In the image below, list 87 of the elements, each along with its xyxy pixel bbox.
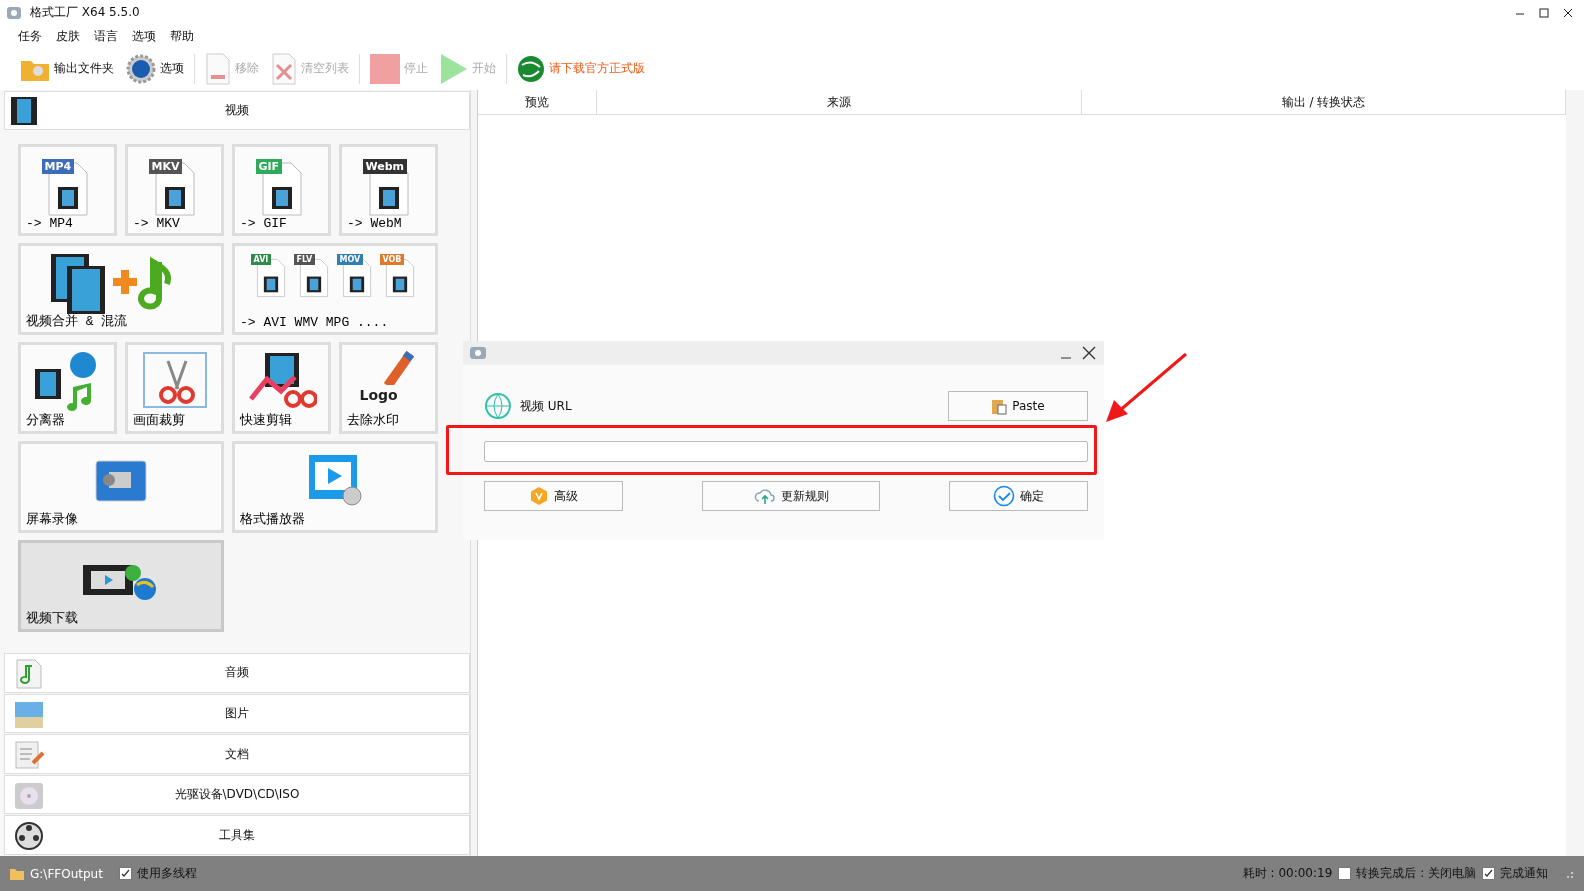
menu-item[interactable]: 语言: [94, 27, 118, 45]
elapsed-time: 耗时 : 00:00:19: [1242, 865, 1333, 882]
section-header[interactable]: 文档: [4, 734, 470, 774]
film-scissors-icon: [246, 351, 317, 411]
dialog-button[interactable]: 更新规则: [702, 481, 880, 511]
app-icon: [6, 4, 22, 21]
checkmark-icon: [1484, 869, 1493, 878]
video-player-icon: [308, 454, 362, 506]
menu-item[interactable]: 任务: [18, 27, 42, 45]
logo-text: Logo: [359, 387, 398, 403]
clipboard-icon: [991, 397, 1008, 415]
section-title: 光驱设备\DVD\CD\ISO: [174, 786, 300, 804]
video-file-icon: [153, 161, 196, 217]
folder-icon: [10, 867, 24, 880]
checkmark-icon: [993, 485, 1015, 507]
section-title: 工具集: [219, 826, 255, 844]
dialog-button[interactable]: 确定: [949, 481, 1088, 511]
format-tag: FLV: [293, 254, 316, 265]
globe-icon: [517, 54, 545, 83]
dialog-button[interactable]: 高级: [484, 481, 623, 511]
format-tag: MOV: [336, 254, 364, 265]
tool-tile[interactable]: 分离器: [18, 342, 117, 434]
music-note-icon: [13, 658, 45, 691]
close-icon[interactable]: [1082, 346, 1096, 360]
toolbar-button[interactable]: 选项: [120, 53, 190, 84]
url-label: 视频 URL: [520, 397, 572, 415]
column-header[interactable]: 来源: [597, 90, 1082, 114]
column-header[interactable]: 输出 / 转换状态: [1082, 90, 1566, 114]
video-file-icon: [260, 161, 303, 217]
tool-tile[interactable]: AVI FLV MOV VOB -> AVI WMV MPG ....: [232, 243, 438, 335]
format-tag: AVI: [250, 254, 272, 265]
camcorder-icon: [95, 460, 147, 502]
url-input[interactable]: [484, 441, 1088, 462]
output-path: G:\FFOutput: [30, 866, 103, 881]
menu-item[interactable]: 皮肤: [56, 27, 80, 45]
section-title: 文档: [225, 745, 249, 763]
menu-item[interactable]: 选项: [132, 27, 156, 45]
tool-tile[interactable]: Webm -> WebM: [339, 144, 438, 236]
close-icon[interactable]: [1562, 6, 1574, 19]
checkmark-icon: [120, 869, 130, 878]
paste-button[interactable]: Paste: [948, 391, 1088, 421]
section-title: 图片: [225, 704, 249, 722]
checkbox[interactable]: 使用多线程: [118, 865, 197, 882]
www-globe-icon: [484, 392, 512, 420]
download-link[interactable]: 请下载官方正式版: [511, 54, 651, 83]
toolbar-button[interactable]: 输出文件夹: [14, 55, 120, 82]
section-header[interactable]: 视频: [4, 91, 470, 130]
tool-tile[interactable]: MKV -> MKV: [125, 144, 224, 236]
document-x-icon: [271, 52, 297, 85]
window-title: 格式工厂 X64 5.5.0: [30, 4, 140, 21]
section-header[interactable]: 图片: [4, 693, 470, 734]
menu-item[interactable]: 帮助: [170, 27, 194, 45]
tool-tile[interactable]: GIF -> GIF: [232, 144, 331, 236]
section-header[interactable]: 工具集: [4, 815, 470, 855]
app-icon: [469, 345, 487, 361]
stop-icon: [370, 53, 400, 84]
format-tag: VOB: [379, 254, 405, 265]
video-file-icon: [46, 161, 89, 217]
tool-tile[interactable]: 视频下载: [18, 540, 224, 632]
format-tag: MP4: [41, 159, 75, 174]
eraser-icon: [381, 349, 416, 385]
cloud-upload-icon: [753, 487, 776, 505]
maximize-icon[interactable]: [1538, 6, 1550, 19]
checkbox[interactable]: 转换完成后 : 关闭电脑: [1338, 865, 1476, 882]
film-reel-icon: [13, 820, 45, 853]
tool-tile[interactable]: MP4 -> MP4: [18, 144, 117, 236]
tool-tile[interactable]: 画面裁剪: [125, 342, 224, 434]
format-tag: GIF: [255, 159, 283, 174]
format-tag: MKV: [148, 159, 183, 174]
section-title: 视频: [225, 102, 249, 119]
tool-tile[interactable]: 快速剪辑: [232, 342, 331, 434]
document-pencil-icon: [13, 739, 45, 772]
section-header[interactable]: 光驱设备\DVD\CD\ISO: [4, 774, 470, 815]
document-minus-icon: [205, 52, 231, 85]
section-title: 音频: [225, 664, 249, 682]
film-icon: [11, 97, 37, 125]
checkbox[interactable]: 完成通知: [1482, 865, 1548, 882]
column-header[interactable]: 预览: [478, 90, 597, 114]
section-header[interactable]: 音频: [4, 653, 470, 693]
gear-icon: [126, 53, 156, 84]
tool-tile[interactable]: 视频合并 & 混流: [18, 243, 224, 335]
hexagon-icon: [529, 486, 549, 506]
tool-tile[interactable]: Logo 去除水印: [339, 342, 438, 434]
tool-tile[interactable]: 格式播放器: [232, 441, 438, 533]
format-tag: Webm: [362, 159, 408, 174]
play-icon: [440, 52, 468, 85]
tool-tile[interactable]: 屏幕录像: [18, 441, 224, 533]
